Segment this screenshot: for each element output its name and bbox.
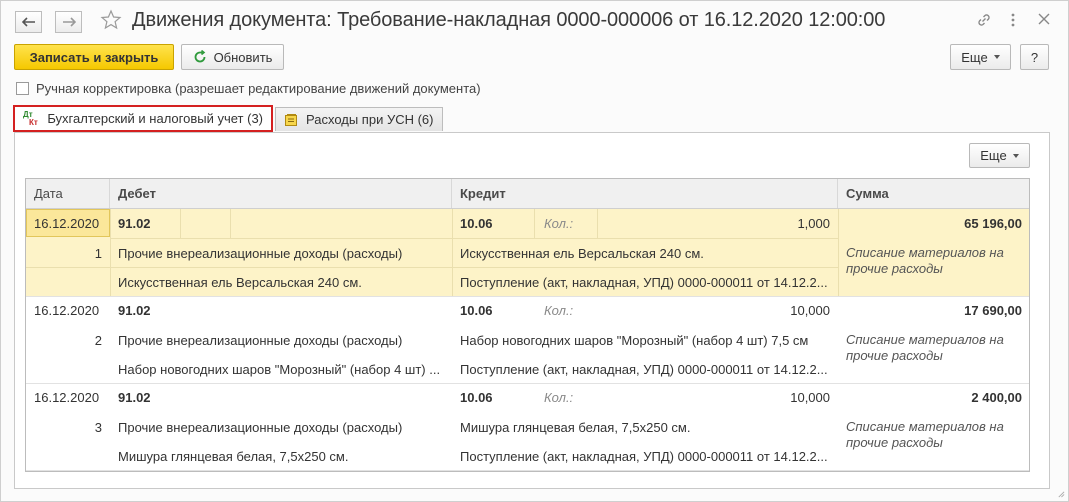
more-vertical-icon [1011,13,1015,27]
register-icon [285,113,297,126]
dt-kt-icon-bottom: Кт [29,117,38,127]
more-actions-button[interactable]: Еще [950,44,1011,70]
table-row[interactable]: 16.12.2020 3 91.02 Прочие внереализацион… [26,383,1029,471]
column-divider [452,209,453,296]
credit-quantity: 1,000 [797,216,830,231]
debit-subconto-2: Мишура глянцевая белая, 7,5х250 см. [118,449,349,464]
quantity-label: Кол.: [544,216,574,231]
arrow-right-icon [62,17,76,27]
debit-subconto-2: Набор новогодних шаров "Морозный" (набор… [118,362,441,377]
table-more-button[interactable]: Еще [969,143,1030,168]
credit-account: 10.06 [460,390,493,405]
chevron-down-icon [1012,153,1019,158]
save-and-close-label: Записать и закрыть [29,49,159,65]
star-icon [100,9,122,30]
credit-subconto-2: Поступление (акт, накладная, УПД) 0000-0… [460,275,828,290]
column-credit[interactable]: Кредит [452,179,838,208]
table-header: Дата Дебет Кредит Сумма [26,179,1029,209]
credit-quantity: 10,000 [790,390,830,405]
back-button[interactable] [15,11,42,33]
debit-subconto-1: Прочие внереализационные доходы (расходы… [118,420,403,435]
column-divider [597,209,598,238]
credit-subconto-2: Поступление (акт, накладная, УПД) 0000-0… [460,362,828,377]
window-menu-button[interactable] [1009,12,1017,31]
column-divider [110,209,111,296]
resize-grip-icon[interactable] [1057,490,1065,498]
refresh-label: Обновить [213,49,273,65]
document-movements-window: Движения документа: Требование-накладная… [0,0,1069,502]
credit-quantity: 10,000 [790,303,830,318]
column-divider [838,209,839,296]
quantity-label: Кол.: [544,303,574,318]
column-divider [534,209,535,238]
tab-usn-expenses-label: Расходы при УСН (6) [306,112,434,127]
manual-edit-label: Ручная корректировка (разрешает редактир… [36,81,481,96]
credit-subconto-2: Поступление (акт, накладная, УПД) 0000-0… [460,449,828,464]
entry-content: Списание материалов на прочие расходы [846,245,1004,276]
column-debit[interactable]: Дебет [110,179,452,208]
arrow-left-icon [21,17,35,27]
forward-button[interactable] [55,11,82,33]
credit-subconto-1: Набор новогодних шаров "Морозный" (набор… [460,333,809,348]
credit-subconto-1: Искусственная ель Версальская 240 см. [460,246,704,261]
table-row[interactable]: 16.12.2020 2 91.02 Прочие внереализацион… [26,296,1029,384]
refresh-button[interactable]: Обновить [181,44,284,70]
help-label: ? [1030,49,1039,65]
link-button[interactable] [976,12,992,31]
entry-amount: 65 196,00 [964,216,1022,231]
column-date[interactable]: Дата [26,179,110,208]
column-divider [180,209,181,238]
row-divider [110,238,838,239]
column-divider [230,209,231,238]
debit-account: 91.02 [118,303,151,318]
debit-account: 91.02 [118,390,151,405]
tab-accounting[interactable]: Дт Кт Бухгалтерский и налоговый учет (3) [13,105,273,132]
link-icon [978,14,990,26]
entry-amount: 17 690,00 [964,303,1022,318]
credit-account: 10.06 [460,216,493,231]
refresh-icon [194,50,205,63]
debit-subconto-2: Искусственная ель Версальская 240 см. [118,275,362,290]
chevron-down-icon [993,55,1000,59]
entry-number: 1 [94,246,102,261]
credit-subconto-1: Мишура глянцевая белая, 7,5х250 см. [460,420,691,435]
close-button[interactable] [1037,12,1051,29]
entry-date: 16.12.2020 [34,390,100,405]
tab-accounting-label: Бухгалтерский и налоговый учет (3) [47,111,263,126]
quantity-label: Кол.: [544,390,574,405]
tab-usn-expenses[interactable]: Расходы при УСН (6) [275,107,443,131]
entry-date: 16.12.2020 [34,303,100,318]
debit-subconto-1: Прочие внереализационные доходы (расходы… [118,246,403,261]
entry-content: Списание материалов на прочие расходы [846,332,1004,363]
table-row[interactable]: 16.12.2020 1 91.02 Прочие внереализацион… [26,209,1029,297]
dt-kt-icon: Дт Кт [23,110,41,128]
help-button[interactable]: ? [1020,44,1049,70]
entry-date: 16.12.2020 [34,216,100,231]
debit-subconto-1: Прочие внереализационные доходы (расходы… [118,333,403,348]
entry-content: Списание материалов на прочие расходы [846,419,1004,450]
favorite-button[interactable] [100,9,122,34]
column-amount[interactable]: Сумма [838,179,1029,208]
window-title: Движения документа: Требование-накладная… [132,9,886,31]
more-actions-label: Еще [961,49,988,65]
credit-account: 10.06 [460,303,493,318]
close-icon [1038,13,1050,25]
entry-number: 2 [94,333,102,348]
debit-account: 91.02 [118,216,151,231]
entry-number: 3 [94,420,102,435]
manual-edit-checkbox[interactable] [16,82,29,95]
row-divider [26,267,838,268]
movements-table: Дата Дебет Кредит Сумма 16.12.2020 1 91.… [25,178,1030,472]
save-and-close-button[interactable]: Записать и закрыть [14,44,174,70]
table-more-label: Еще [980,148,1007,163]
entry-amount: 2 400,00 [971,390,1022,405]
